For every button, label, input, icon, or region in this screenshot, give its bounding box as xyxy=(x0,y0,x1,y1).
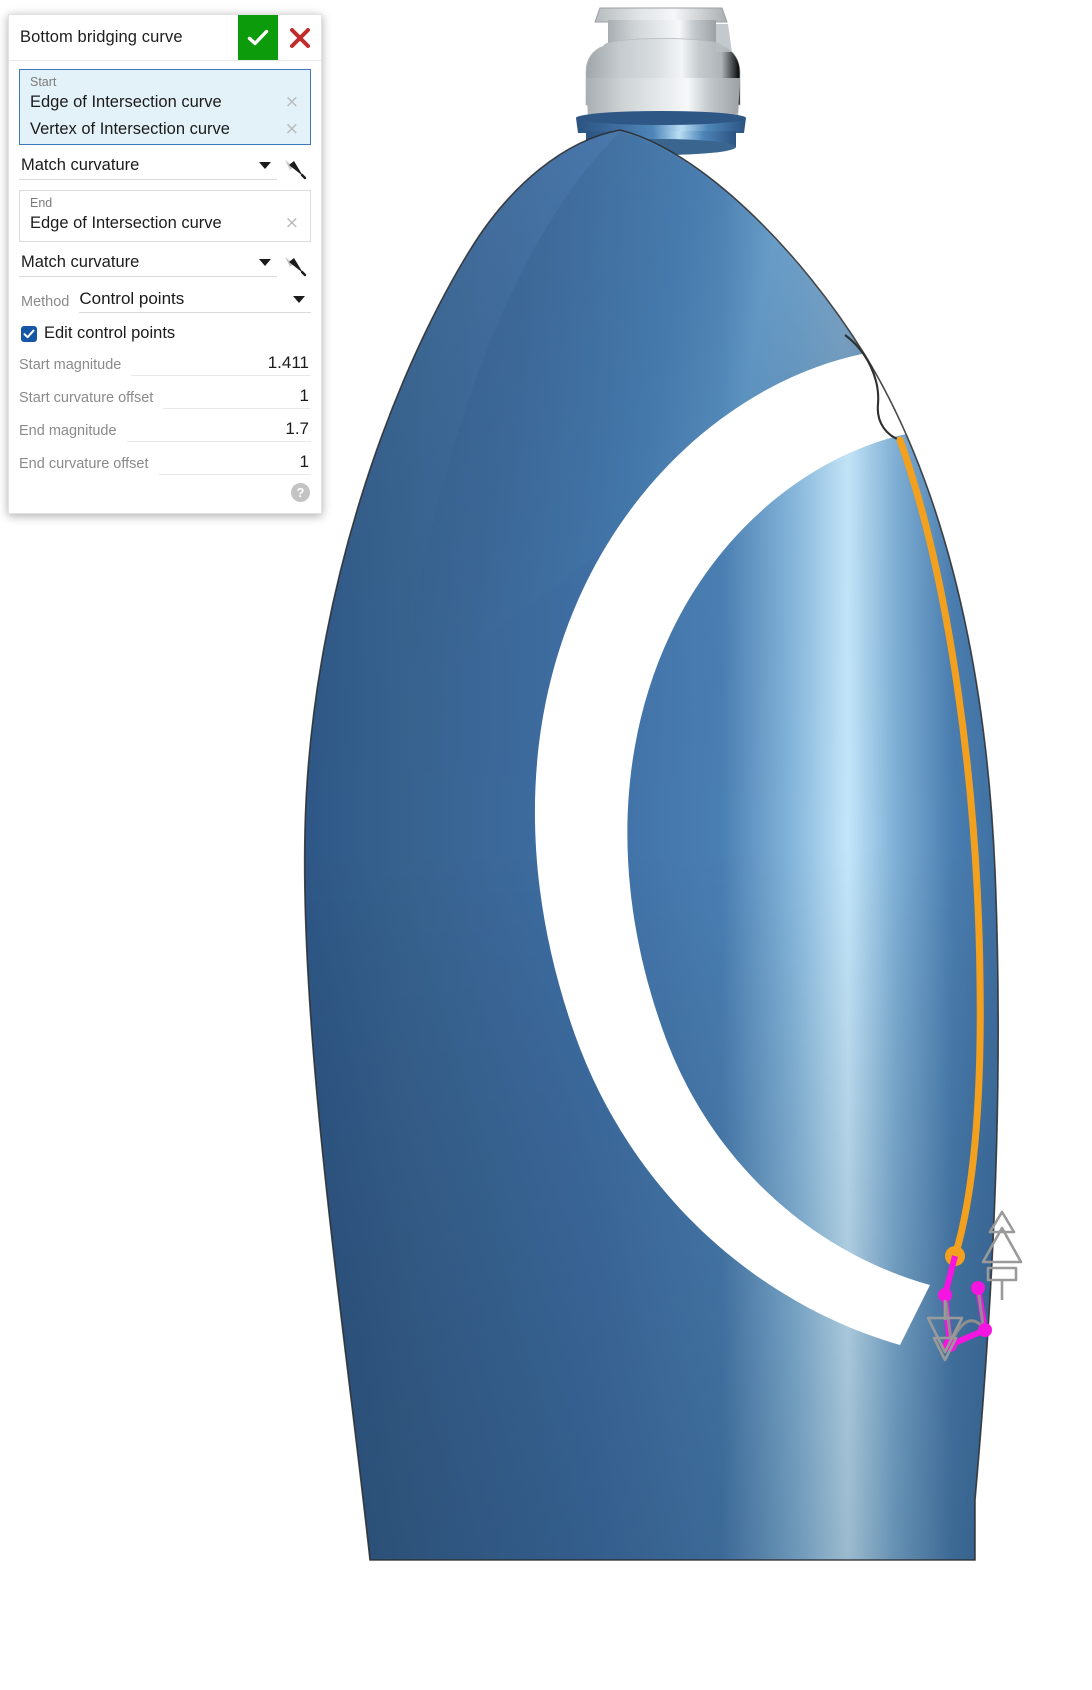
help-icon[interactable]: ? xyxy=(291,483,310,502)
checkmark-icon xyxy=(23,328,35,340)
control-point[interactable] xyxy=(978,1323,992,1337)
param-end-magnitude-value[interactable]: 1.7 xyxy=(127,419,311,442)
bottle-body xyxy=(290,120,1010,1570)
param-end-curvature-offset-label: End curvature offset xyxy=(19,456,149,475)
start-selection-item-1-label: Vertex of Intersection curve xyxy=(30,120,230,139)
remove-end-item-0-icon[interactable]: × xyxy=(282,215,302,232)
help-row: ? xyxy=(19,475,311,507)
end-selection-item-0[interactable]: Edge of Intersection curve × xyxy=(20,211,310,241)
start-group-caption: Start xyxy=(20,70,310,90)
start-flip-direction-button[interactable] xyxy=(277,154,311,180)
start-selection-item-0[interactable]: Edge of Intersection curve × xyxy=(20,90,310,117)
control-point[interactable] xyxy=(938,1288,952,1302)
param-start-magnitude: Start magnitude 1.411 xyxy=(19,353,311,376)
start-selection-item-1[interactable]: Vertex of Intersection curve × xyxy=(20,117,310,144)
method-value: Control points xyxy=(79,289,184,309)
method-dropdown[interactable]: Control points xyxy=(79,289,311,313)
chevron-down-icon xyxy=(259,259,271,266)
chevron-down-icon xyxy=(259,162,271,169)
arrow-flip-icon xyxy=(281,251,307,277)
dialog-title: Bottom bridging curve xyxy=(9,15,238,60)
end-group-caption: End xyxy=(20,191,310,211)
start-selection-item-0-label: Edge of Intersection curve xyxy=(30,93,222,112)
param-start-curvature-offset: Start curvature offset 1 xyxy=(19,386,311,409)
bottom-bridging-curve-dialog[interactable]: Bottom bridging curve Start Edge of Inte… xyxy=(8,14,322,514)
method-label: Method xyxy=(19,294,79,313)
param-start-curvature-offset-label: Start curvature offset xyxy=(19,390,153,409)
end-flip-direction-button[interactable] xyxy=(277,251,311,277)
param-end-magnitude-label: End magnitude xyxy=(19,423,117,442)
start-match-dropdown[interactable]: Match curvature xyxy=(19,154,277,180)
cancel-button[interactable] xyxy=(278,15,321,60)
remove-start-item-0-icon[interactable]: × xyxy=(282,94,302,111)
end-selection-group[interactable]: End Edge of Intersection curve × xyxy=(19,190,311,242)
start-selection-group[interactable]: Start Edge of Intersection curve × Verte… xyxy=(19,69,311,145)
param-start-curvature-offset-value[interactable]: 1 xyxy=(163,386,311,409)
param-start-magnitude-value[interactable]: 1.411 xyxy=(131,353,311,376)
bottle-cap xyxy=(586,8,740,128)
dialog-titlebar: Bottom bridging curve xyxy=(9,15,321,61)
start-match-row: Match curvature xyxy=(19,154,311,180)
end-match-row: Match curvature xyxy=(19,251,311,277)
accept-button[interactable] xyxy=(238,15,278,60)
remove-start-item-1-icon[interactable]: × xyxy=(282,121,302,138)
arrow-flip-icon xyxy=(281,154,307,180)
dialog-body: Start Edge of Intersection curve × Verte… xyxy=(9,61,321,513)
checkmark-icon xyxy=(246,26,270,50)
param-end-curvature-offset-value[interactable]: 1 xyxy=(159,452,311,475)
edit-control-points-label: Edit control points xyxy=(44,324,175,343)
end-match-value: Match curvature xyxy=(21,253,139,272)
chevron-down-icon xyxy=(293,296,305,303)
end-selection-item-0-label: Edge of Intersection curve xyxy=(30,214,222,233)
param-start-magnitude-label: Start magnitude xyxy=(19,357,121,376)
checkbox-box xyxy=(21,326,37,342)
close-x-icon xyxy=(288,26,312,50)
control-point[interactable] xyxy=(971,1281,985,1295)
param-end-magnitude: End magnitude 1.7 xyxy=(19,419,311,442)
method-row: Method Control points xyxy=(19,289,311,313)
svg-text:?: ? xyxy=(297,485,305,500)
edit-control-points-checkbox[interactable]: Edit control points xyxy=(21,324,311,343)
end-match-dropdown[interactable]: Match curvature xyxy=(19,251,277,277)
param-end-curvature-offset: End curvature offset 1 xyxy=(19,452,311,475)
start-match-value: Match curvature xyxy=(21,156,139,175)
